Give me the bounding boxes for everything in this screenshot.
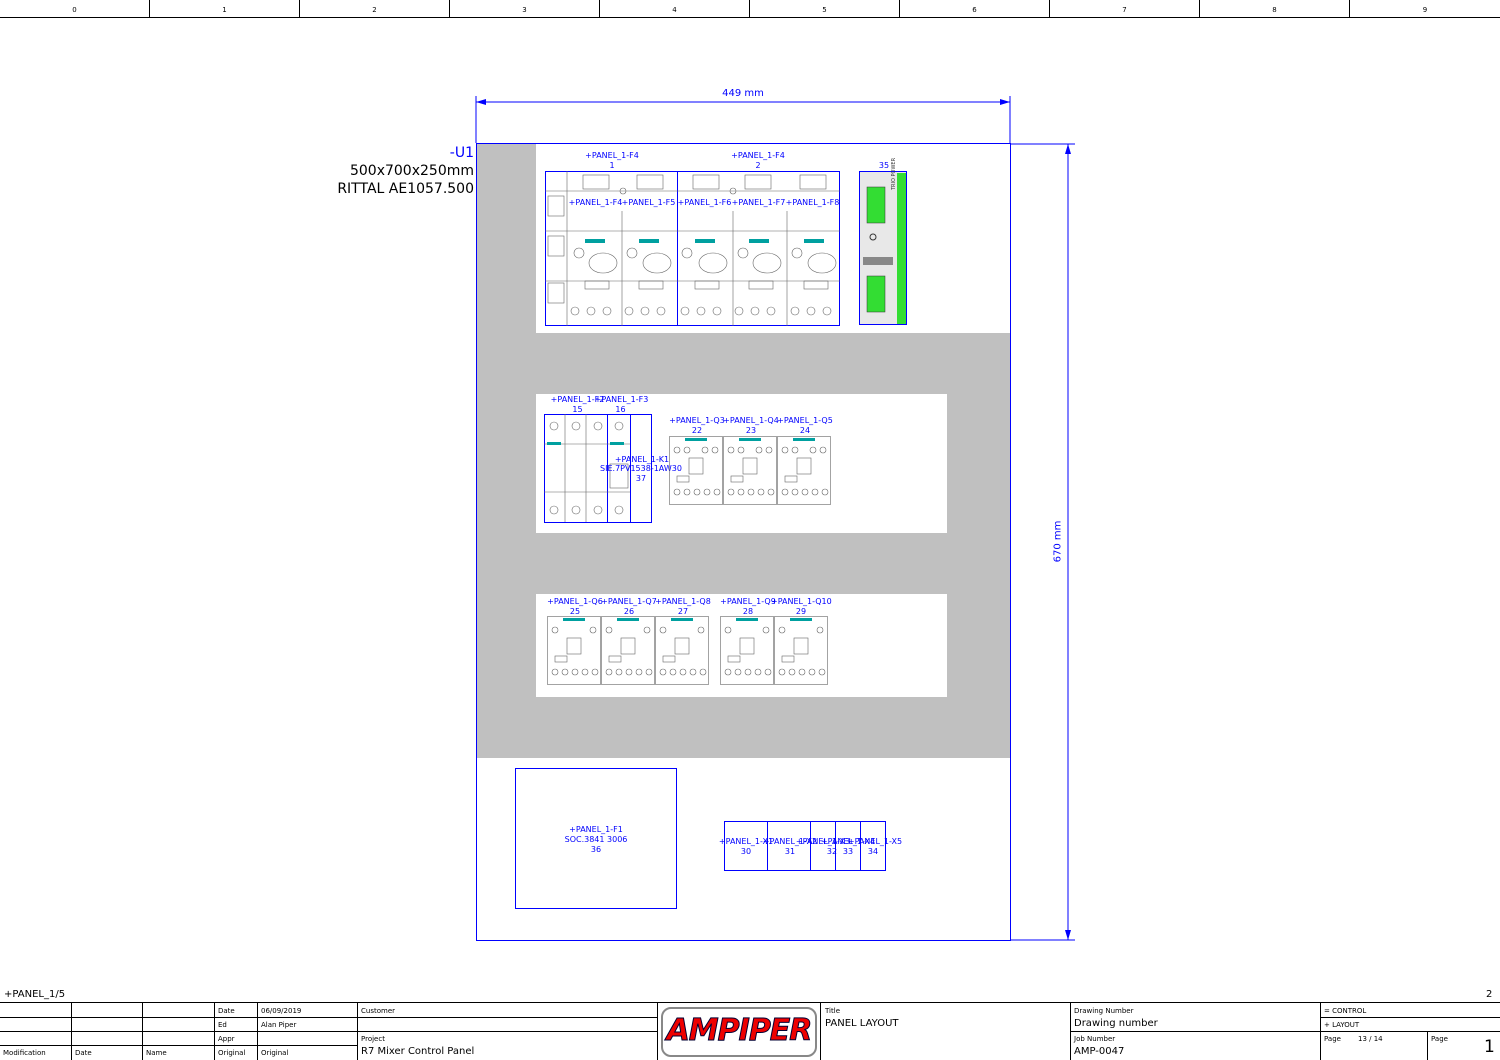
component-label: +PANEL_1-Q9 xyxy=(720,597,776,606)
width-dimension: 449 mm xyxy=(722,88,764,99)
psu-number: 35 xyxy=(878,161,890,170)
title-label: Title xyxy=(825,1007,841,1015)
title-value: PANEL LAYOUT xyxy=(825,1018,899,1029)
ed-value: Alan Piper xyxy=(261,1021,297,1029)
mod-header: Original xyxy=(218,1049,246,1057)
mod-header: Modification xyxy=(3,1049,46,1057)
drawing-number-label: Drawing Number xyxy=(1074,1007,1134,1015)
mod-header: Name xyxy=(146,1049,167,1057)
component-number: 2 xyxy=(755,161,761,170)
component-number: 1 xyxy=(609,161,615,170)
component-label: +PANEL_1-Q3 xyxy=(669,416,725,425)
terminal-number: 31 xyxy=(784,847,796,856)
component-number: 24 xyxy=(799,426,811,435)
page-number: 1 xyxy=(1484,1037,1495,1057)
component-label: +PANEL_1-Q4 xyxy=(723,416,779,425)
grid-line xyxy=(214,1003,215,1060)
left-page-ref: +PANEL_1/5 xyxy=(4,989,66,1000)
breaker-label: +PANEL_1-F8 xyxy=(785,198,840,207)
grid-line xyxy=(820,1003,821,1060)
drawing-number-value: Drawing number xyxy=(1074,1018,1158,1029)
date-value: 06/09/2019 xyxy=(261,1007,302,1015)
power-supply-drawing xyxy=(859,171,907,325)
appr-label: Appr xyxy=(218,1035,235,1043)
component-label: +PANEL_1-F4 xyxy=(585,151,639,160)
customer-label: Customer xyxy=(361,1007,396,1015)
terminal-label: +PANEL_1-X5 xyxy=(847,837,903,846)
breaker-label: +PANEL_1-F7 xyxy=(731,198,786,207)
logo-text: AMPIPER xyxy=(666,1013,813,1049)
socket-number: 36 xyxy=(590,845,602,854)
breaker-label: +PANEL_1-F4 xyxy=(568,198,623,207)
grid-line xyxy=(657,1003,658,1060)
grid-line xyxy=(1070,1031,1320,1032)
mod-header: Date xyxy=(75,1049,92,1057)
component-label: +PANEL_1-Q7 xyxy=(601,597,657,606)
height-dimension: 670 mm xyxy=(1052,520,1064,563)
control-value: = CONTROL xyxy=(1324,1007,1367,1015)
grid-line xyxy=(142,1003,143,1060)
breaker-label: +PANEL_1-F5 xyxy=(621,198,676,207)
contactor-row-2-drawing xyxy=(547,616,828,685)
component-label: +PANEL_1-Q6 xyxy=(547,597,603,606)
component-number: 23 xyxy=(745,426,757,435)
layout-value: + LAYOUT xyxy=(1324,1021,1360,1029)
terminal-number: 34 xyxy=(867,847,879,856)
relay-number: 37 xyxy=(635,474,647,483)
psu-label: TRIO POWER xyxy=(891,157,897,190)
grid-line xyxy=(257,1003,258,1060)
job-number-value: AMP-0047 xyxy=(1074,1046,1125,1057)
component-label: +PANEL_1-Q10 xyxy=(771,597,832,606)
grid-line xyxy=(0,1045,357,1046)
component-label: +PANEL_1-Q8 xyxy=(655,597,711,606)
grid-line xyxy=(0,1031,657,1032)
page-value: 13 / 14 xyxy=(1358,1035,1383,1043)
breaker-label: +PANEL_1-F6 xyxy=(677,198,732,207)
title-block: Modification Date Name Original Original… xyxy=(0,1002,1500,1060)
grid-line xyxy=(1320,1003,1321,1060)
job-number-label: Job Number xyxy=(1074,1035,1116,1043)
breaker-group-drawing xyxy=(545,171,840,326)
right-page-ref: 2 xyxy=(1486,989,1493,1000)
grid-line xyxy=(71,1003,72,1060)
company-logo: AMPIPER xyxy=(661,1007,817,1057)
grid-line xyxy=(357,1003,358,1060)
contactor-row-1-drawing xyxy=(669,436,831,505)
mod-header: Original xyxy=(261,1049,289,1057)
project-value: R7 Mixer Control Panel xyxy=(361,1046,475,1057)
component-label: +PANEL_1-Q5 xyxy=(777,416,833,425)
grid-line xyxy=(1320,1031,1500,1032)
grid-line xyxy=(1320,1017,1500,1018)
ed-label: Ed xyxy=(218,1021,227,1029)
socket-part: SOC.3841 3006 xyxy=(564,835,628,844)
grid-line xyxy=(0,1017,657,1018)
grid-line xyxy=(1070,1003,1071,1060)
socket-label: +PANEL_1-F1 xyxy=(569,825,623,834)
project-label: Project xyxy=(361,1035,385,1043)
component-number: 22 xyxy=(691,426,703,435)
date-label: Date xyxy=(218,1007,235,1015)
terminal-number: 30 xyxy=(740,847,752,856)
component-label: +PANEL_1-F3 xyxy=(594,395,649,404)
page-label: Page xyxy=(1324,1035,1341,1043)
grid-line xyxy=(1427,1031,1428,1060)
component-label: +PANEL_1-F4 xyxy=(731,151,785,160)
page-label-2: Page xyxy=(1431,1035,1448,1043)
